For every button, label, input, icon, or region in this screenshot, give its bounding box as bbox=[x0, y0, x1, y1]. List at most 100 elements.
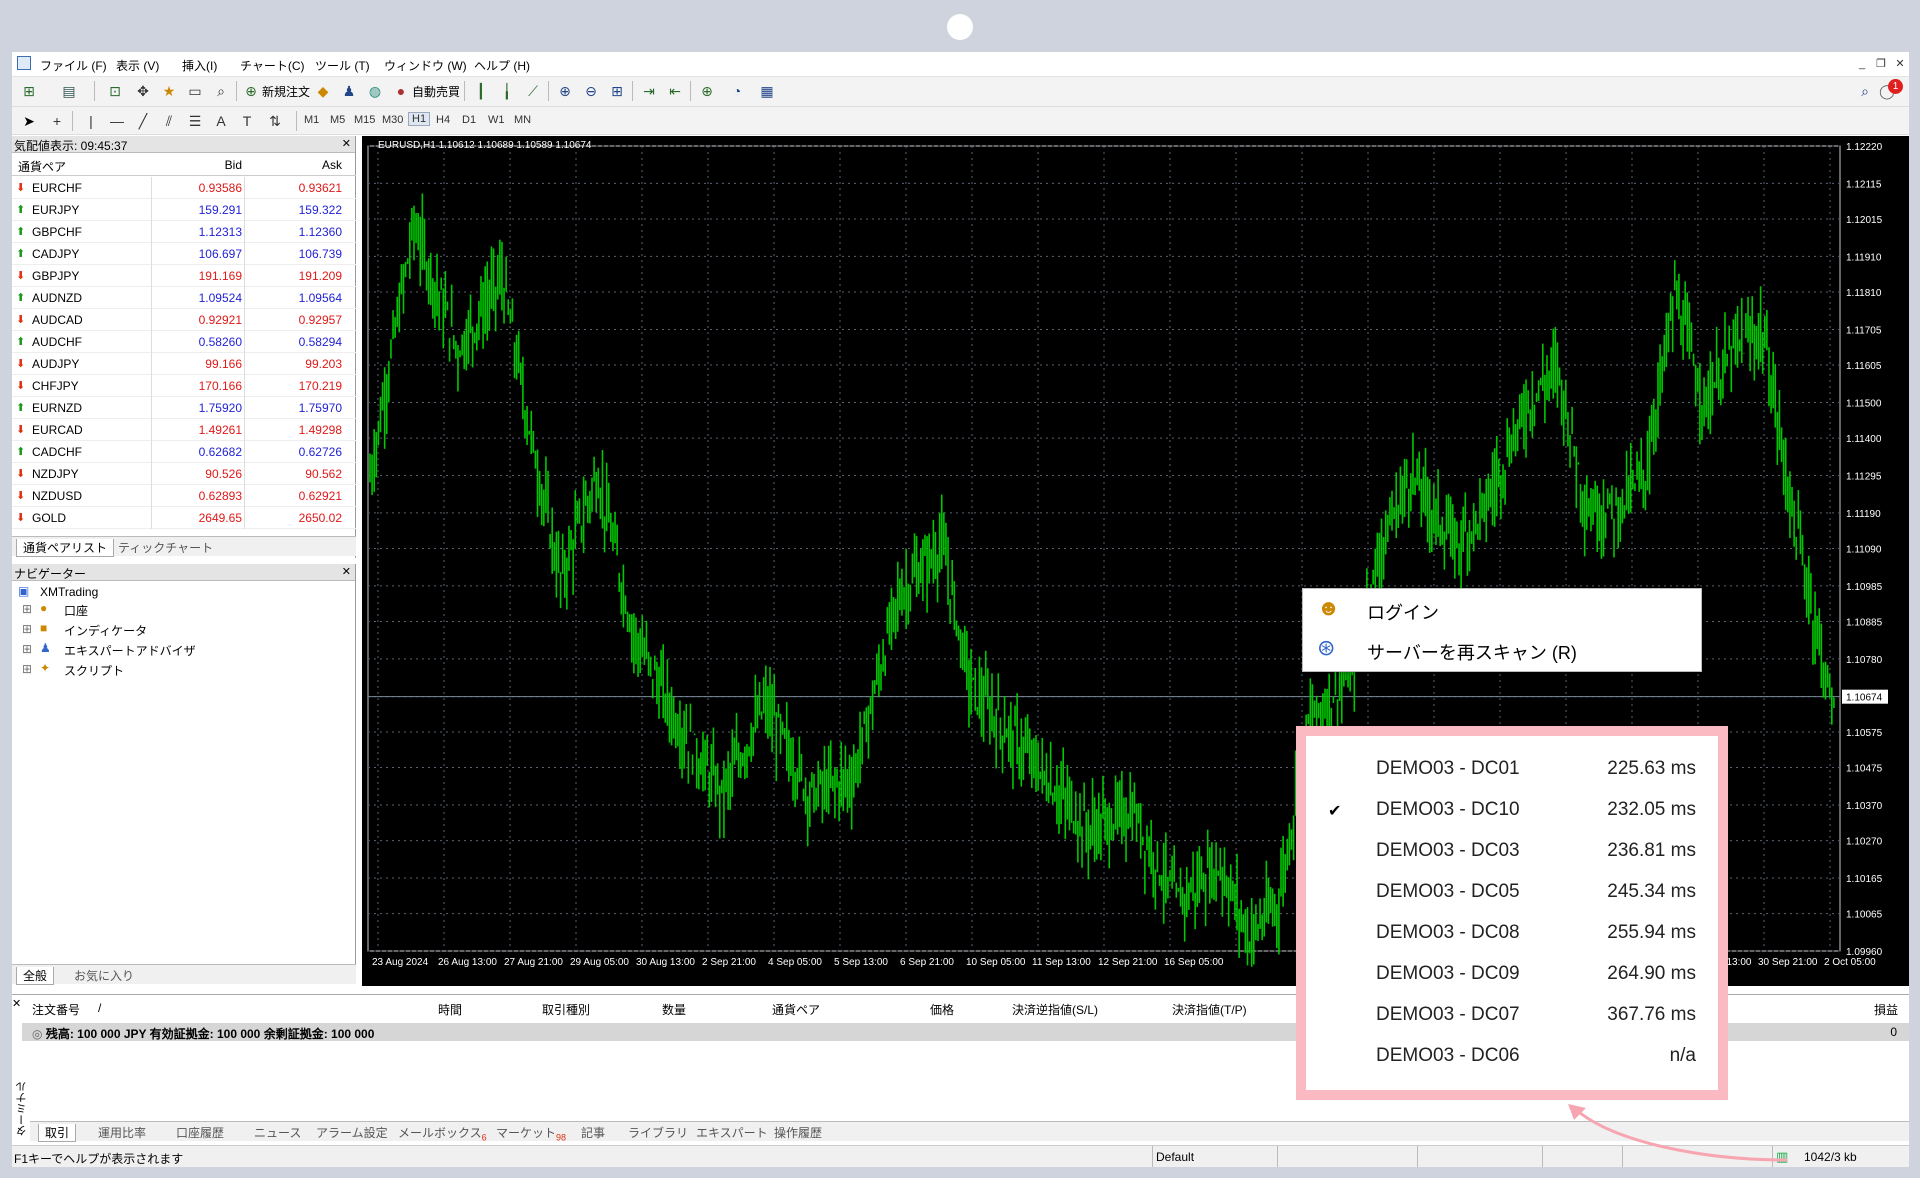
cursor-icon[interactable]: ➤ bbox=[18, 110, 40, 132]
close-icon[interactable]: ✕ bbox=[342, 137, 351, 150]
market-row[interactable]: ⬇ NZDJPY 90.526 90.562 bbox=[12, 463, 356, 485]
menu-login[interactable]: ログイン bbox=[1367, 599, 1439, 625]
arrows-icon[interactable]: ⇅ bbox=[264, 110, 286, 132]
expand-icon[interactable]: ⊞ bbox=[22, 602, 32, 616]
timeframe-m5[interactable]: M5 bbox=[330, 114, 345, 126]
terminal-tab[interactable]: メールボックス6 bbox=[392, 1124, 493, 1142]
new-chart-icon[interactable]: ⊞ bbox=[18, 80, 40, 102]
restore-icon[interactable]: ❐ bbox=[1874, 57, 1888, 71]
col-bid[interactable]: Bid bbox=[152, 158, 242, 172]
crosshair-icon[interactable]: ✥ bbox=[132, 80, 154, 102]
timeframe-m1[interactable]: M1 bbox=[304, 114, 319, 126]
terminal-tab[interactable]: 記事 bbox=[575, 1124, 611, 1141]
server-item[interactable]: DEMO03 - DC10 232.05 ms bbox=[1376, 799, 1696, 823]
line-chart-icon[interactable]: ⟋ bbox=[522, 80, 544, 102]
market-row[interactable]: ⬆ EURJPY 159.291 159.322 bbox=[12, 199, 356, 221]
terminal-col-header[interactable]: 決済逆指値(S/L) bbox=[1012, 1001, 1098, 1018]
signals-icon[interactable]: ◍ bbox=[364, 80, 386, 102]
menu-help[interactable]: ヘルプ (H) bbox=[474, 57, 530, 74]
metaeditor-icon[interactable]: ◆ bbox=[312, 80, 334, 102]
timeframe-h4[interactable]: H4 bbox=[436, 114, 450, 126]
timeframe-mn[interactable]: MN bbox=[514, 114, 531, 126]
terminal-col-header[interactable]: / bbox=[98, 1001, 101, 1015]
terminal-tab[interactable]: 運用比率 bbox=[92, 1124, 152, 1141]
menu-chart[interactable]: チャート(C) bbox=[240, 57, 305, 74]
col-ask[interactable]: Ask bbox=[252, 158, 342, 172]
vertical-line-icon[interactable]: | bbox=[80, 110, 102, 132]
zoom-out-icon[interactable]: ⊖ bbox=[580, 80, 602, 102]
nav-indicators[interactable]: インディケータ bbox=[64, 622, 147, 639]
market-row[interactable]: ⬆ GBPCHF 1.12313 1.12360 bbox=[12, 221, 356, 243]
terminal-col-header[interactable]: 通貨ペア bbox=[772, 1001, 820, 1018]
timeframe-m30[interactable]: M30 bbox=[382, 114, 403, 126]
candlestick-icon[interactable]: ╽ bbox=[496, 80, 518, 102]
menu-window[interactable]: ウィンドウ (W) bbox=[384, 57, 467, 74]
nav-accounts[interactable]: 口座 bbox=[64, 602, 88, 619]
search-icon[interactable]: ⌕ bbox=[1854, 80, 1876, 102]
menu-insert[interactable]: 挿入(I) bbox=[182, 57, 217, 74]
server-item[interactable]: DEMO03 - DC07 367.76 ms bbox=[1376, 1004, 1696, 1028]
terminal-col-header[interactable]: 数量 bbox=[662, 1001, 686, 1018]
timeframe-m15[interactable]: M15 bbox=[354, 114, 375, 126]
nav-root[interactable]: XMTrading bbox=[40, 585, 98, 599]
server-item[interactable]: DEMO03 - DC08 255.94 ms bbox=[1376, 922, 1696, 946]
new-order-icon[interactable]: ⊕ bbox=[240, 80, 262, 102]
market-watch-icon[interactable]: ⊡ bbox=[104, 80, 126, 102]
market-row[interactable]: ⬆ CADJPY 106.697 106.739 bbox=[12, 243, 356, 265]
close-icon[interactable]: ✕ bbox=[342, 565, 351, 578]
market-row[interactable]: ⬇ AUDCAD 0.92921 0.92957 bbox=[12, 309, 356, 331]
nav-scripts[interactable]: スクリプト bbox=[64, 662, 124, 679]
horizontal-line-icon[interactable]: — bbox=[106, 110, 128, 132]
server-item[interactable]: DEMO03 - DC06 n/a bbox=[1376, 1045, 1696, 1069]
text-icon[interactable]: A bbox=[210, 110, 232, 132]
expand-icon[interactable]: ⊞ bbox=[22, 662, 32, 676]
market-row[interactable]: ⬇ EURCHF 0.93586 0.93621 bbox=[12, 177, 356, 199]
terminal-col-header[interactable]: 取引種別 bbox=[542, 1001, 590, 1018]
expand-icon[interactable]: ⊞ bbox=[22, 622, 32, 636]
market-row[interactable]: ⬇ CHFJPY 170.166 170.219 bbox=[12, 375, 356, 397]
tab-common[interactable]: 全般 bbox=[16, 967, 55, 985]
server-item[interactable]: DEMO03 - DC01 225.63 ms bbox=[1376, 758, 1696, 782]
tab-symbols[interactable]: 通貨ペアリスト bbox=[16, 539, 115, 557]
menu-view[interactable]: 表示 (V) bbox=[116, 57, 159, 74]
autoscroll-icon[interactable]: ⇥ bbox=[638, 80, 660, 102]
server-item[interactable]: DEMO03 - DC05 245.34 ms bbox=[1376, 881, 1696, 905]
zoom-in-icon[interactable]: ⊕ bbox=[554, 80, 576, 102]
terminal-tab[interactable]: アラーム設定 bbox=[310, 1124, 394, 1141]
text-label-icon[interactable]: T bbox=[236, 110, 258, 132]
terminal-tab[interactable]: マーケット98 bbox=[490, 1124, 572, 1142]
close-icon[interactable]: ✕ bbox=[1893, 57, 1907, 71]
market-row[interactable]: ⬆ AUDNZD 1.09524 1.09564 bbox=[12, 287, 356, 309]
tab-tick-chart[interactable]: ティックチャート bbox=[112, 539, 219, 556]
terminal-col-header[interactable]: 注文番号 bbox=[32, 1001, 80, 1018]
market-row[interactable]: ⬆ EURNZD 1.75920 1.75970 bbox=[12, 397, 356, 419]
channel-icon[interactable]: ⫽ bbox=[158, 110, 180, 132]
market-row[interactable]: ⬇ GOLD 2649.65 2650.02 bbox=[12, 507, 356, 529]
bar-chart-icon[interactable]: ┃ bbox=[470, 80, 492, 102]
status-traffic[interactable]: 1042/3 kb bbox=[1804, 1150, 1857, 1164]
crosshair-tool-icon[interactable]: + bbox=[46, 110, 68, 132]
market-row[interactable]: ⬆ CADCHF 0.62682 0.62726 bbox=[12, 441, 356, 463]
menu-rescan[interactable]: サーバーを再スキャン (R) bbox=[1367, 639, 1577, 665]
fibonacci-icon[interactable]: ☰ bbox=[184, 110, 206, 132]
templates-icon[interactable]: ▦ bbox=[756, 80, 778, 102]
indicators-icon[interactable]: ⊕ bbox=[696, 80, 718, 102]
menu-tools[interactable]: ツール (T) bbox=[315, 57, 370, 74]
terminal-col-header[interactable]: 決済指値(T/P) bbox=[1172, 1001, 1247, 1018]
timeframe-d1[interactable]: D1 bbox=[462, 114, 476, 126]
close-icon[interactable]: ✕ bbox=[12, 997, 21, 1010]
terminal-tab[interactable]: ニュース bbox=[248, 1124, 307, 1141]
terminal-tab[interactable]: 操作履歴 bbox=[768, 1124, 828, 1141]
chart-shift-icon[interactable]: ⇤ bbox=[664, 80, 686, 102]
terminal-col-header[interactable]: 損益 bbox=[1874, 1001, 1898, 1018]
market-row[interactable]: ⬆ AUDCHF 0.58260 0.58294 bbox=[12, 331, 356, 353]
terminal-tab[interactable]: 口座履歴 bbox=[170, 1124, 230, 1141]
tile-windows-icon[interactable]: ⊞ bbox=[606, 80, 628, 102]
server-item[interactable]: DEMO03 - DC09 264.90 ms bbox=[1376, 963, 1696, 987]
periods-icon[interactable]: ◔ bbox=[726, 80, 748, 102]
navigator-icon[interactable]: ★ bbox=[158, 80, 180, 102]
market-row[interactable]: ⬇ NZDUSD 0.62893 0.62921 bbox=[12, 485, 356, 507]
terminal-tab[interactable]: エキスパート bbox=[690, 1124, 774, 1141]
terminal-tab[interactable]: 取引 bbox=[38, 1124, 77, 1142]
terminal-col-header[interactable]: 価格 bbox=[930, 1001, 954, 1018]
